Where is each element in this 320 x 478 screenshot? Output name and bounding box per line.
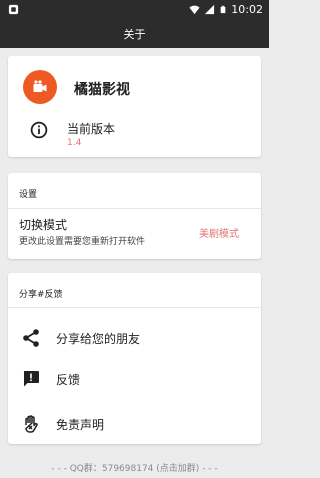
share-icon — [23, 329, 39, 347]
app-toolbar: 关于 — [0, 19, 269, 48]
app-notification-icon — [8, 4, 19, 15]
version-value: 1.4 — [67, 138, 82, 148]
disclaimer-icon — [25, 415, 38, 433]
share-label: 分享给您的朋友 — [56, 332, 141, 346]
feedback-icon — [23, 371, 39, 387]
switch-mode-description: 更改此设置需要您重新打开软件 — [19, 237, 146, 247]
feedback-label: 反馈 — [56, 373, 81, 387]
app-info-card: 橘猫影视 当前版本 1.4 — [8, 56, 261, 157]
qq-group-link[interactable]: - - - QQ群：579698174 (点击加群) - - - — [0, 461, 269, 474]
battery-icon — [220, 5, 226, 14]
app-row: 橘猫影视 — [8, 56, 261, 106]
page-title: 关于 — [123, 27, 146, 41]
switch-mode-label: 切换模式 — [19, 218, 68, 232]
switch-mode-row[interactable]: 切换模式 更改此设置需要您重新打开软件 美剧模式 — [8, 209, 261, 259]
share-to-friends-item[interactable]: 分享给您的朋友 — [8, 318, 261, 358]
disclaimer-item[interactable]: 免责声明 — [8, 404, 261, 444]
divider — [8, 307, 261, 308]
camera-logo-icon — [33, 80, 47, 92]
signal-icon — [205, 4, 215, 15]
settings-section-title: 设置 — [19, 190, 38, 200]
feedback-item[interactable]: 反馈 — [8, 359, 261, 399]
version-row: 当前版本 1.4 — [8, 116, 261, 156]
share-section-title: 分享#反馈 — [19, 290, 63, 300]
wifi-icon — [189, 5, 200, 15]
disclaimer-label: 免责声明 — [56, 418, 105, 432]
version-label: 当前版本 — [67, 122, 116, 136]
info-icon — [30, 121, 48, 139]
current-mode-value: 美剧模式 — [199, 229, 239, 240]
settings-card: 设置 切换模式 更改此设置需要您重新打开软件 美剧模式 — [8, 173, 261, 259]
status-time: 10:02 — [231, 3, 263, 16]
status-bar: 10:02 — [0, 0, 269, 19]
app-logo — [23, 70, 57, 104]
app-name: 橘猫影视 — [74, 82, 130, 98]
share-feedback-card: 分享#反馈 分享给您的朋友 反馈 免责声明 — [8, 273, 261, 444]
